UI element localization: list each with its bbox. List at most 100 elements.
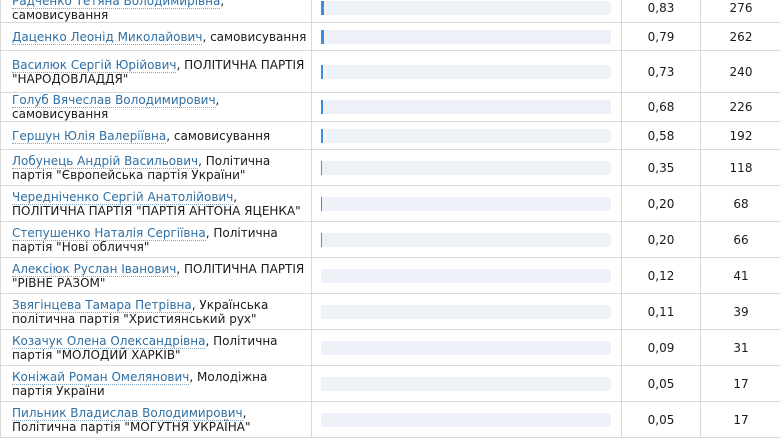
table-row: Василюк Сергій Юрійович, ПОЛІТИЧНА ПАРТІ… [1,51,780,93]
candidate-name-link[interactable]: Василюк Сергій Юрійович [12,58,176,73]
vote-bar-cell [312,0,622,23]
vote-percent: 0,68 [622,93,701,122]
vote-bar-cell [312,222,622,258]
vote-bar-track [321,377,611,391]
vote-bar-track [321,413,611,427]
vote-bar-fill [321,30,324,44]
vote-percent: 0,09 [622,330,701,366]
candidate-name-link[interactable]: Козачук Олена Олександрівна [12,334,205,349]
vote-bar-cell [312,258,622,294]
results-table: Радченко Тетяна Володимирівна, самовисув… [0,0,780,438]
table-row: Коніжай Роман Омелянович, Молодіжна парт… [1,366,780,402]
vote-bar-cell [312,150,622,186]
candidate-cell: Степушенко Наталія Сергіївна, Політична … [1,222,312,258]
candidate-name-link[interactable]: Звягінцева Тамара Петрівна [12,298,192,313]
candidate-cell: Радченко Тетяна Володимирівна, самовисув… [1,0,312,23]
vote-percent: 0,20 [622,222,701,258]
vote-percent: 0,73 [622,51,701,93]
vote-bar-cell [312,186,622,222]
vote-bar-cell [312,366,622,402]
candidate-cell: Гершун Юлія Валеріївна, самовисування [1,122,312,150]
table-row: Степушенко Наталія Сергіївна, Політична … [1,222,780,258]
candidate-cell: Лобунець Андрій Васильович, Політична па… [1,150,312,186]
vote-bar-track [321,269,611,283]
vote-bar-fill [321,197,322,211]
vote-count: 276 [701,0,780,23]
table-row: Гершун Юлія Валеріївна, самовисування 0,5… [1,122,780,150]
candidate-name-link[interactable]: Лобунець Андрій Васильович [12,154,198,169]
candidate-cell: Даценко Леонід Миколайович, самовисуванн… [1,23,312,51]
vote-bar-cell [312,23,622,51]
candidate-name-link[interactable]: Коніжай Роман Омелянович [12,370,189,385]
vote-count: 118 [701,150,780,186]
vote-bar-cell [312,51,622,93]
candidate-cell: Звягінцева Тамара Петрівна, Українська п… [1,294,312,330]
vote-bar-fill [321,233,322,247]
vote-bar-fill [321,161,322,175]
candidate-name-link[interactable]: Степушенко Наталія Сергіївна [12,226,206,241]
vote-count: 31 [701,330,780,366]
table-row: Лобунець Андрій Васильович, Політична па… [1,150,780,186]
vote-bar-cell [312,330,622,366]
vote-count: 17 [701,402,780,438]
vote-percent: 0,12 [622,258,701,294]
vote-percent: 0,58 [622,122,701,150]
table-row: Звягінцева Тамара Петрівна, Українська п… [1,294,780,330]
vote-bar-track [321,341,611,355]
vote-percent: 0,05 [622,402,701,438]
candidate-name-link[interactable]: Пильник Владислав Володимирович [12,406,243,421]
vote-bar-cell [312,402,622,438]
table-row: Алексіюк Руслан Іванович, ПОЛІТИЧНА ПАРТ… [1,258,780,294]
vote-percent: 0,05 [622,366,701,402]
candidate-name-link[interactable]: Алексіюк Руслан Іванович [12,262,176,277]
candidate-name-link[interactable]: Даценко Леонід Миколайович [12,30,202,45]
vote-count: 240 [701,51,780,93]
vote-count: 192 [701,122,780,150]
vote-count: 66 [701,222,780,258]
vote-bar-track [321,197,611,211]
candidate-cell: Голуб Вячеслав Володимирович, самовисува… [1,93,312,122]
vote-bar-cell [312,122,622,150]
vote-bar-track [321,233,611,247]
vote-bar-fill [321,65,323,79]
vote-bar-track [321,305,611,319]
candidate-name-link[interactable]: Гершун Юлія Валеріївна [12,129,166,144]
vote-percent: 0,79 [622,23,701,51]
vote-bar-cell [312,93,622,122]
vote-bar-fill [321,1,324,15]
candidate-cell: Коніжай Роман Омелянович, Молодіжна парт… [1,366,312,402]
table-row: Чередніченко Сергій Анатолійович, ПОЛІТИ… [1,186,780,222]
vote-bar-track [321,30,611,44]
vote-count: 41 [701,258,780,294]
vote-bar-track [321,1,611,15]
candidate-party: , самовисування [202,30,306,44]
vote-bar-fill [321,129,323,143]
candidate-cell: Василюк Сергій Юрійович, ПОЛІТИЧНА ПАРТІ… [1,51,312,93]
vote-bar-track [321,100,611,114]
vote-percent: 0,11 [622,294,701,330]
vote-count: 39 [701,294,780,330]
vote-bar-track [321,129,611,143]
vote-percent: 0,20 [622,186,701,222]
vote-percent: 0,83 [622,0,701,23]
vote-percent: 0,35 [622,150,701,186]
vote-bar-track [321,161,611,175]
candidate-name-link[interactable]: Чередніченко Сергій Анатолійович [12,190,233,205]
vote-count: 262 [701,23,780,51]
candidate-cell: Козачук Олена Олександрівна, Політична п… [1,330,312,366]
table-row: Пильник Владислав Володимирович, Політич… [1,402,780,438]
table-row: Радченко Тетяна Володимирівна, самовисув… [1,0,780,23]
candidate-cell: Пильник Владислав Володимирович, Політич… [1,402,312,438]
vote-count: 17 [701,366,780,402]
candidate-name-link[interactable]: Голуб Вячеслав Володимирович [12,93,216,108]
vote-bar-fill [321,100,323,114]
candidate-cell: Чередніченко Сергій Анатолійович, ПОЛІТИ… [1,186,312,222]
table-row: Даценко Леонід Миколайович, самовисуванн… [1,23,780,51]
vote-count: 68 [701,186,780,222]
candidate-cell: Алексіюк Руслан Іванович, ПОЛІТИЧНА ПАРТ… [1,258,312,294]
vote-bar-cell [312,294,622,330]
table-row: Козачук Олена Олександрівна, Політична п… [1,330,780,366]
table-row: Голуб Вячеслав Володимирович, самовисува… [1,93,780,122]
results-table-body: Радченко Тетяна Володимирівна, самовисув… [1,0,780,438]
vote-count: 226 [701,93,780,122]
